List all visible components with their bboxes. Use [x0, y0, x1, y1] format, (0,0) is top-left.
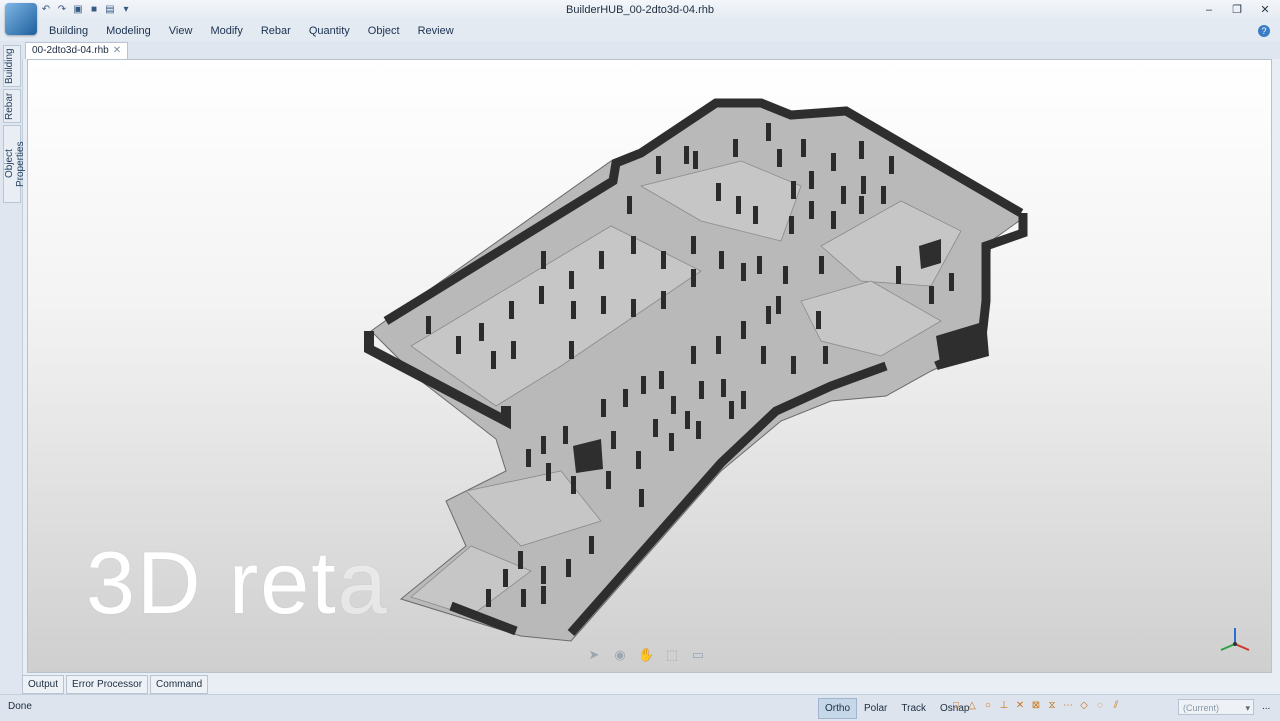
menu-rebar[interactable]: Rebar: [252, 22, 300, 41]
minimize-icon[interactable]: –: [1202, 3, 1216, 17]
snap-perpendicular-icon[interactable]: ⊥: [998, 700, 1010, 712]
pan-hand-icon[interactable]: ✋: [638, 648, 654, 662]
side-tab-building[interactable]: Building: [3, 45, 21, 87]
side-tab-object-properties[interactable]: Object Properties: [3, 125, 26, 203]
snap-midpoint-icon[interactable]: △: [966, 700, 978, 712]
overlay-caption-solid: 3D ret: [86, 533, 338, 632]
menu-modify[interactable]: Modify: [201, 22, 251, 41]
select-cursor-icon[interactable]: ➤: [586, 648, 602, 662]
tab-command[interactable]: Command: [150, 675, 209, 694]
snap-nearest-icon[interactable]: ⧖: [1046, 700, 1058, 712]
document-tab[interactable]: 00-2dto3d-04.rhb ✕: [25, 42, 129, 59]
snap-intersection-icon[interactable]: ✕: [1014, 700, 1026, 712]
title-bar: ↶ ↷ ▣ ■ ▤ ▾ BuilderHUB_00-2dto3d-04.rhb …: [0, 0, 1280, 35]
snap-quadrant-icon[interactable]: ◇: [1078, 700, 1090, 712]
more-button[interactable]: ...: [1262, 701, 1270, 712]
menu-object[interactable]: Object: [359, 22, 409, 41]
3d-viewport[interactable]: 3D reta ➤ ◉ ✋ ⬚ ▭: [27, 59, 1272, 673]
snap-apparent-icon[interactable]: ⊠: [1030, 700, 1042, 712]
overlay-caption-fade: a: [337, 533, 389, 632]
toggle-ortho[interactable]: Ortho: [818, 698, 858, 719]
snap-center-icon[interactable]: ○: [982, 700, 994, 712]
snap-endpoint-icon[interactable]: □: [950, 700, 962, 712]
menu-view[interactable]: View: [160, 22, 202, 41]
app-logo[interactable]: [5, 3, 37, 35]
snap-extension-icon[interactable]: ⋯: [1062, 700, 1074, 712]
side-tab-rebar[interactable]: Rebar: [3, 89, 21, 123]
help-icon[interactable]: ?: [1258, 25, 1270, 37]
close-icon[interactable]: ✕: [1258, 3, 1272, 17]
document-tab-label: 00-2dto3d-04.rhb: [32, 45, 109, 56]
menu-quantity[interactable]: Quantity: [300, 22, 359, 41]
menu-modeling[interactable]: Modeling: [97, 22, 160, 41]
overlay-caption: 3D reta: [86, 532, 389, 634]
navigation-bar: ➤ ◉ ✋ ⬚ ▭: [586, 648, 706, 662]
zoom-extents-icon[interactable]: ⬚: [664, 648, 680, 662]
side-panel: Building Rebar Object Properties: [0, 41, 26, 694]
chevron-down-icon: ▾: [1245, 703, 1250, 713]
status-text: Done: [8, 701, 32, 712]
orbit-icon[interactable]: ◉: [612, 648, 628, 662]
tab-error-processor[interactable]: Error Processor: [66, 675, 149, 694]
zoom-window-icon[interactable]: ▭: [690, 648, 706, 662]
window-title: BuilderHUB_00-2dto3d-04.rhb: [566, 4, 714, 16]
pin-icon[interactable]: ✕: [113, 45, 121, 56]
snap-mode-icons: □ △ ○ ⊥ ✕ ⊠ ⧖ ⋯ ◇ ◌ ⫽: [950, 700, 1122, 712]
document-tab-strip: 00-2dto3d-04.rhb ✕: [22, 41, 1280, 59]
window-controls: – ❐ ✕: [1202, 3, 1272, 17]
toggle-track[interactable]: Track: [894, 698, 933, 719]
layer-select-value: (Current): [1183, 703, 1220, 713]
axis-gizmo-icon: [1220, 628, 1250, 651]
snap-parallel-icon[interactable]: ⫽: [1110, 700, 1122, 712]
tab-output[interactable]: Output: [22, 675, 65, 694]
layer-select[interactable]: (Current) ▾: [1178, 699, 1254, 715]
menu-review[interactable]: Review: [409, 22, 463, 41]
bottom-panel-tabs: Output Error Processor Command: [22, 675, 209, 694]
snap-tangent-icon[interactable]: ◌: [1094, 700, 1106, 712]
menu-building[interactable]: Building: [40, 22, 97, 41]
menu-bar: Building Modeling View Modify Rebar Quan…: [0, 22, 1280, 42]
toggle-polar[interactable]: Polar: [857, 698, 894, 719]
status-bar: Done Ortho Polar Track Osnap □ △ ○ ⊥ ✕ ⊠…: [0, 694, 1280, 721]
restore-icon[interactable]: ❐: [1230, 3, 1244, 17]
